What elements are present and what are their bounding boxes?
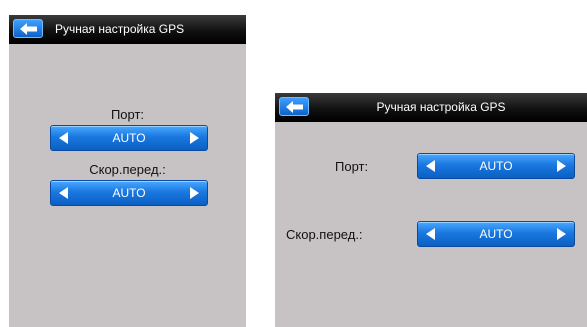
baud-rate-label: Скор.перед.: [89, 162, 166, 177]
gps-settings-screen-portrait: Ручная настройка GPS Порт: AUTO Скор.пер… [9, 15, 246, 327]
back-button[interactable] [13, 19, 43, 38]
arrow-right-icon[interactable] [554, 227, 568, 241]
baud-rate-label: Скор.перед.: [286, 227, 363, 242]
port-value: AUTO [479, 159, 513, 173]
baud-rate-value: AUTO [112, 186, 146, 200]
baud-rate-selector: AUTO [417, 221, 575, 247]
arrow-right-icon[interactable] [187, 186, 201, 200]
baud-rate-value: AUTO [479, 227, 513, 241]
back-arrow-icon [20, 23, 37, 35]
port-selector: AUTO [417, 153, 575, 179]
arrow-right-icon[interactable] [187, 131, 201, 145]
arrow-right-icon[interactable] [554, 159, 568, 173]
gps-settings-screen-landscape: Ручная настройка GPS Порт: AUTO Скор.пер… [275, 93, 587, 327]
port-selector: AUTO [50, 125, 208, 151]
page-title: Ручная настройка GPS [376, 100, 506, 114]
port-value: AUTO [112, 131, 146, 145]
port-label: Порт: [110, 107, 145, 122]
title-bar: Ручная настройка GPS [275, 93, 587, 122]
page-title: Ручная настройка GPS [55, 22, 185, 36]
title-bar: Ручная настройка GPS [9, 15, 246, 44]
baud-rate-selector: AUTO [50, 180, 208, 206]
port-label: Порт: [335, 159, 369, 174]
